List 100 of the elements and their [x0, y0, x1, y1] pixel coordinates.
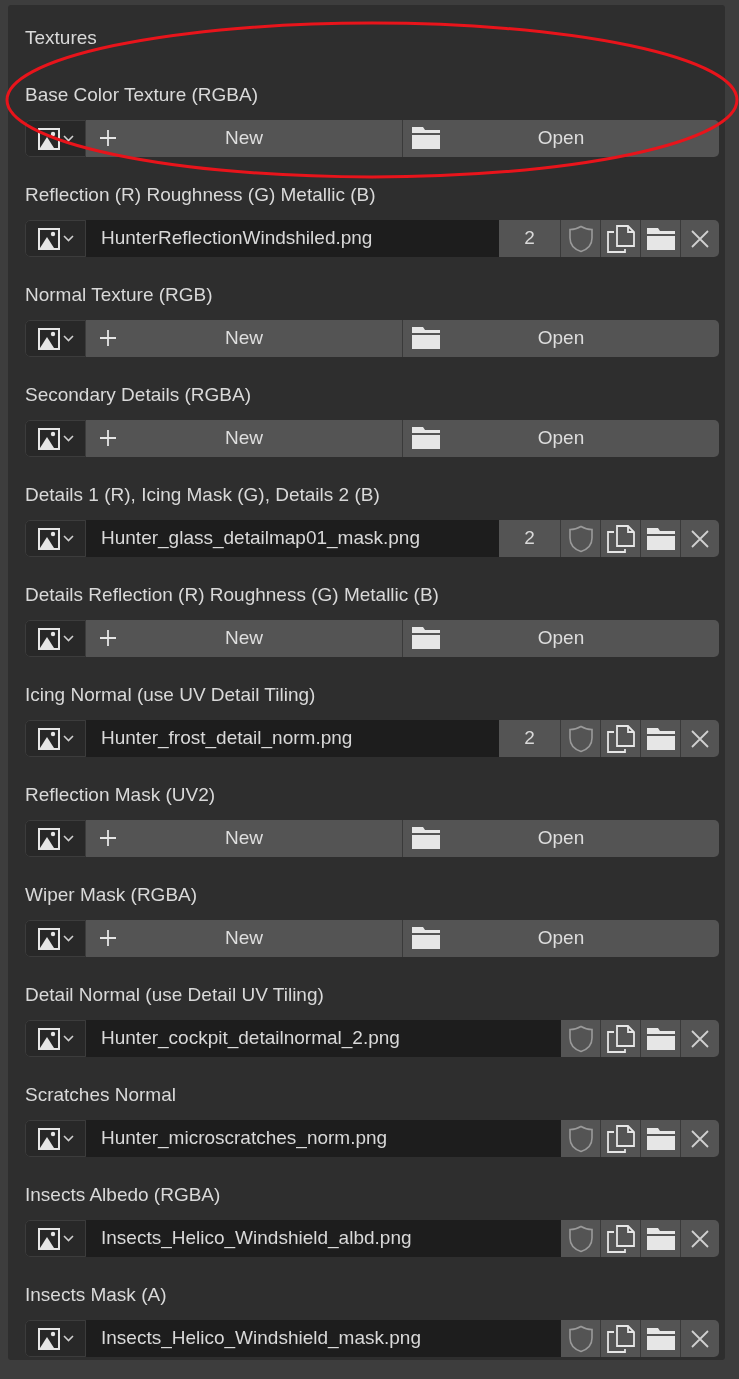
open-file-button[interactable] — [641, 1020, 681, 1057]
duplicate-button[interactable] — [601, 520, 641, 557]
user-count[interactable]: 2 — [499, 720, 561, 757]
new-button[interactable]: New — [86, 620, 403, 657]
close-icon — [691, 529, 709, 548]
field-label: Secondary Details (RGBA) — [25, 383, 251, 407]
image-icon — [37, 727, 60, 750]
open-button[interactable]: Open — [403, 820, 719, 857]
field-label: Insects Albedo (RGBA) — [25, 1183, 221, 1207]
chevron-down-icon — [62, 435, 74, 442]
image-icon — [37, 1027, 60, 1050]
image-browse-dropdown[interactable] — [25, 120, 86, 157]
field-label: Detail Normal (use Detail UV Tiling) — [25, 983, 324, 1007]
image-browse-dropdown[interactable] — [25, 220, 86, 257]
file-name-field[interactable]: HunterReflectionWindshiled.png — [86, 220, 499, 257]
open-file-button[interactable] — [641, 1220, 681, 1257]
folder-icon — [411, 626, 441, 650]
image-icon — [37, 927, 60, 950]
unlink-button[interactable] — [681, 1220, 719, 1257]
user-count[interactable]: 2 — [499, 520, 561, 557]
open-button[interactable]: Open — [403, 420, 719, 457]
image-icon — [37, 1127, 60, 1150]
file-name-field[interactable]: Hunter_microscratches_norm.png — [86, 1120, 561, 1157]
fake-user-button[interactable] — [561, 1120, 601, 1157]
file-name-field[interactable]: Insects_Helico_Windshield_albd.png — [86, 1220, 561, 1257]
duplicate-button[interactable] — [601, 220, 641, 257]
image-icon — [37, 627, 60, 650]
user-count[interactable]: 2 — [499, 220, 561, 257]
folder-icon — [645, 726, 676, 751]
open-file-button[interactable] — [641, 1120, 681, 1157]
field-label: Insects Mask (A) — [25, 1283, 167, 1307]
duplicate-button[interactable] — [601, 1120, 641, 1157]
open-button[interactable]: Open — [403, 320, 719, 357]
unlink-button[interactable] — [681, 1120, 719, 1157]
image-browse-dropdown[interactable] — [25, 920, 86, 957]
file-name-field[interactable]: Insects_Helico_Windshield_mask.png — [86, 1320, 561, 1357]
open-button[interactable]: Open — [403, 620, 719, 657]
image-browse-dropdown[interactable] — [25, 420, 86, 457]
duplicate-button[interactable] — [601, 1020, 641, 1057]
fake-user-button[interactable] — [561, 720, 601, 757]
new-button[interactable]: New — [86, 120, 403, 157]
field-label: Details Reflection (R) Roughness (G) Metallic (B) — [25, 583, 439, 607]
image-icon — [37, 1327, 60, 1350]
open-file-button[interactable] — [641, 720, 681, 757]
image-browse-dropdown[interactable] — [25, 620, 86, 657]
image-icon — [37, 427, 60, 450]
new-button[interactable]: New — [86, 320, 403, 357]
image-browse-dropdown[interactable] — [25, 1020, 86, 1057]
new-button[interactable]: New — [86, 420, 403, 457]
image-browse-dropdown[interactable] — [25, 1320, 86, 1357]
fake-user-button[interactable] — [561, 1220, 601, 1257]
open-file-button[interactable] — [641, 220, 681, 257]
chevron-down-icon — [62, 235, 74, 242]
folder-icon — [411, 126, 441, 150]
fake-user-button[interactable] — [561, 1320, 601, 1357]
copy-icon — [606, 1124, 635, 1153]
image-browse-dropdown[interactable] — [25, 320, 86, 357]
new-button[interactable]: New — [86, 920, 403, 957]
close-icon — [691, 729, 709, 748]
unlink-button[interactable] — [681, 1320, 719, 1357]
close-icon — [691, 1029, 709, 1048]
image-browse-dropdown[interactable] — [25, 1220, 86, 1257]
image-browse-dropdown[interactable] — [25, 820, 86, 857]
fake-user-button[interactable] — [561, 1020, 601, 1057]
copy-icon — [606, 524, 635, 553]
file-name-field[interactable]: Hunter_glass_detailmap01_mask.png — [86, 520, 499, 557]
close-icon — [691, 1129, 709, 1148]
chevron-down-icon — [62, 835, 74, 842]
open-button[interactable]: Open — [403, 120, 719, 157]
file-name-field[interactable]: Hunter_frost_detail_norm.png — [86, 720, 499, 757]
open-file-button[interactable] — [641, 520, 681, 557]
chevron-down-icon — [62, 1035, 74, 1042]
image-browse-dropdown[interactable] — [25, 720, 86, 757]
copy-icon — [606, 1224, 635, 1253]
field-label: Icing Normal (use UV Detail Tiling) — [25, 683, 316, 707]
fake-user-button[interactable] — [561, 220, 601, 257]
image-icon — [37, 1227, 60, 1250]
image-icon — [37, 327, 60, 350]
image-browse-dropdown[interactable] — [25, 1120, 86, 1157]
duplicate-button[interactable] — [601, 1320, 641, 1357]
image-browse-dropdown[interactable] — [25, 520, 86, 557]
folder-icon — [411, 826, 441, 850]
copy-icon — [606, 1024, 635, 1053]
unlink-button[interactable] — [681, 220, 719, 257]
chevron-down-icon — [62, 735, 74, 742]
duplicate-button[interactable] — [601, 1220, 641, 1257]
unlink-button[interactable] — [681, 720, 719, 757]
fake-user-button[interactable] — [561, 520, 601, 557]
chevron-down-icon — [62, 535, 74, 542]
new-button[interactable]: New — [86, 820, 403, 857]
open-button[interactable]: Open — [403, 920, 719, 957]
plus-icon — [99, 429, 117, 447]
unlink-button[interactable] — [681, 520, 719, 557]
shield-icon — [567, 1224, 594, 1253]
chevron-down-icon — [62, 935, 74, 942]
open-file-button[interactable] — [641, 1320, 681, 1357]
unlink-button[interactable] — [681, 1020, 719, 1057]
duplicate-button[interactable] — [601, 720, 641, 757]
chevron-down-icon — [62, 335, 74, 342]
file-name-field[interactable]: Hunter_cockpit_detailnormal_2.png — [86, 1020, 561, 1057]
